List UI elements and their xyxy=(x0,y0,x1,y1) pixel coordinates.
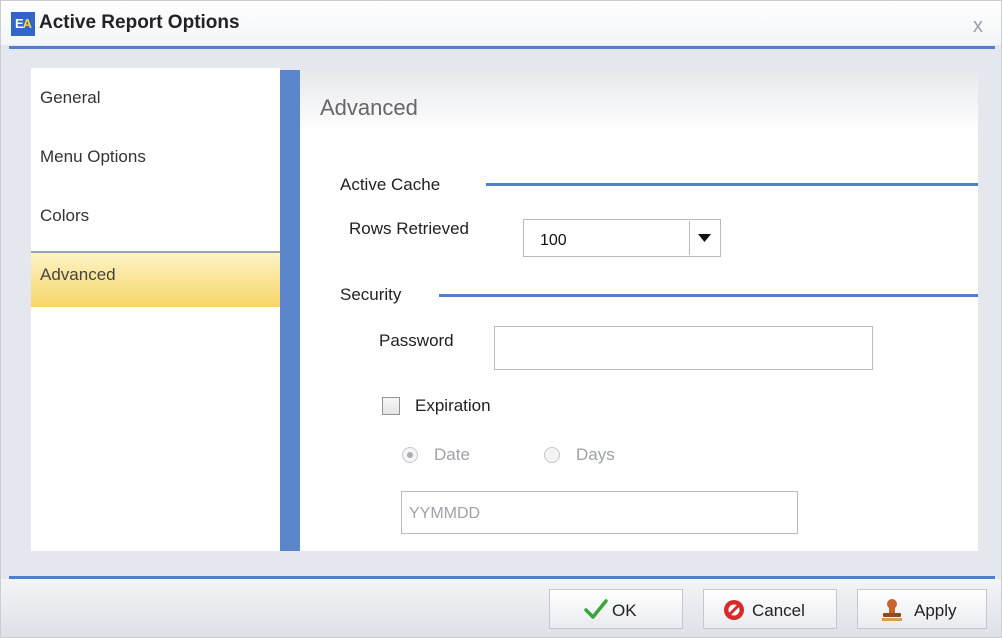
apply-button[interactable]: Apply xyxy=(857,589,987,629)
nav-item-label: Advanced xyxy=(40,265,116,284)
nav-item-label: Menu Options xyxy=(40,147,146,166)
cancel-label: Cancel xyxy=(752,601,805,620)
ea-logo-icon: EA xyxy=(11,12,35,36)
title-divider xyxy=(9,46,995,49)
expiration-label[interactable]: Expiration xyxy=(415,396,491,416)
panel-title: Advanced xyxy=(320,95,418,120)
checkmark-icon xyxy=(584,599,608,619)
nav-item-colors[interactable]: Colors xyxy=(31,186,280,242)
active-cache-divider xyxy=(486,183,978,186)
nav-item-general[interactable]: General xyxy=(31,68,280,124)
password-label: Password xyxy=(379,331,454,350)
days-radio-label: Days xyxy=(576,445,615,464)
date-radio[interactable] xyxy=(402,447,418,463)
active-report-options-dialog: EA Active Report Options x General Menu … xyxy=(0,0,1002,638)
advanced-panel: Advanced Active Cache Rows Retrieved 100… xyxy=(300,70,978,551)
rows-retrieved-select[interactable]: 100 xyxy=(523,219,721,257)
days-radio[interactable] xyxy=(544,447,560,463)
date-radio-label: Date xyxy=(434,445,470,464)
date-placeholder: YYMMDD xyxy=(409,505,481,522)
chevron-down-icon xyxy=(698,234,711,242)
title-bar: EA Active Report Options x xyxy=(1,1,1001,45)
rows-retrieved-label: Rows Retrieved xyxy=(349,219,469,238)
active-cache-heading: Active Cache xyxy=(340,175,441,195)
rows-retrieved-value: 100 xyxy=(540,232,567,249)
dialog-footer: OK Cancel Apply xyxy=(1,579,1001,637)
security-heading: Security xyxy=(340,285,402,305)
security-divider xyxy=(439,294,978,297)
panel-header: Advanced xyxy=(300,70,978,132)
expiration-date-field[interactable]: YYMMDD xyxy=(401,491,798,534)
expiration-checkbox[interactable] xyxy=(382,397,400,415)
nav-item-menu-options[interactable]: Menu Options xyxy=(31,127,280,183)
nav-item-advanced[interactable]: Advanced xyxy=(31,251,280,307)
close-icon[interactable]: x xyxy=(973,15,983,38)
nav-item-label: Colors xyxy=(40,206,90,225)
nav-item-label: General xyxy=(40,88,101,107)
apply-label: Apply xyxy=(914,601,957,620)
ok-button[interactable]: OK xyxy=(549,589,683,629)
ok-label: OK xyxy=(612,601,637,620)
password-field[interactable] xyxy=(494,326,873,370)
stamp-icon xyxy=(882,599,902,621)
cancel-button[interactable]: Cancel xyxy=(703,589,837,629)
options-nav: General Menu Options Colors Advanced xyxy=(31,68,280,551)
dropdown-button[interactable] xyxy=(689,221,719,255)
nav-splitter xyxy=(280,70,300,551)
dialog-title: Active Report Options xyxy=(39,12,240,33)
cancel-icon xyxy=(724,600,744,620)
